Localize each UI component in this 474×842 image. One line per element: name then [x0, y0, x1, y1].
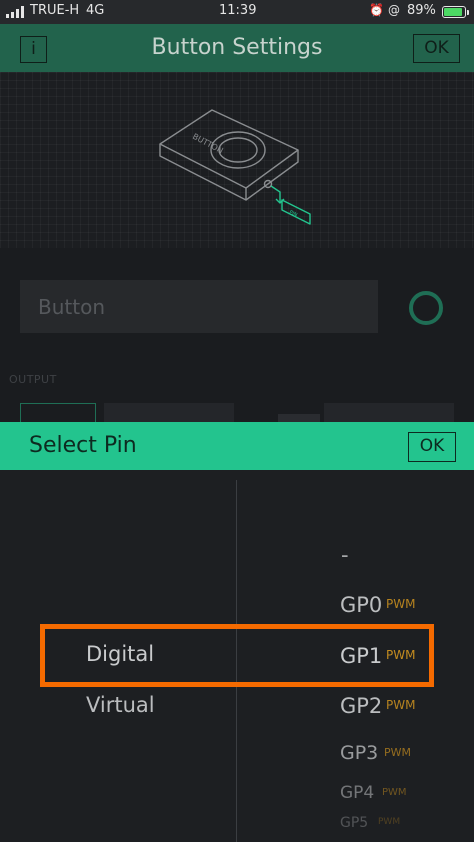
pwm-badge: PWM: [384, 746, 412, 759]
pin-type-option-virtual[interactable]: Virtual: [86, 693, 155, 717]
alarm-icon: ⏰: [369, 3, 384, 17]
pwm-badge: PWM: [382, 787, 407, 798]
pin-option-gp2[interactable]: GP2: [340, 694, 382, 718]
pwm-badge: PWM: [378, 817, 401, 827]
select-pin-ok-button[interactable]: OK: [408, 432, 456, 462]
select-pin-title: Select Pin: [29, 433, 137, 458]
widget-name-input[interactable]: Button: [20, 280, 378, 333]
button-device-illustration: BUTTON PIN: [159, 109, 311, 225]
carrier-name: TRUE-H: [30, 3, 80, 18]
selection-highlight: [40, 624, 434, 687]
pin-option-none[interactable]: -: [341, 543, 349, 567]
page-title: Button Settings: [151, 35, 323, 60]
signal-icon: [6, 6, 26, 18]
output-section-label: OUTPUT: [9, 373, 57, 386]
settings-panel: [0, 248, 474, 422]
pin-option-gp0[interactable]: GP0: [340, 593, 382, 617]
widget-preview-area: BUTTON PIN: [0, 72, 474, 248]
pwm-badge: PWM: [386, 597, 416, 611]
orientation-lock-icon: @: [388, 3, 400, 17]
network-type: 4G: [86, 3, 105, 18]
pin-option-gp5[interactable]: GP5: [340, 815, 368, 831]
pwm-badge: PWM: [386, 698, 416, 712]
clock: 11:39: [219, 3, 257, 18]
widget-name-value: Button: [38, 295, 105, 319]
app-header: i Button Settings OK: [0, 24, 474, 72]
pin-option-gp4[interactable]: GP4: [340, 783, 374, 803]
battery-percent: 89%: [407, 3, 436, 18]
pin-option-gp3[interactable]: GP3: [340, 742, 378, 764]
device-label: BUTTON: [191, 132, 225, 156]
select-pin-header: Select Pin OK: [0, 422, 474, 470]
battery-fill: [444, 8, 462, 16]
color-picker-icon[interactable]: [409, 291, 443, 325]
status-bar: TRUE-H 4G 11:39 ⏰ @ 89%: [0, 0, 474, 24]
header-ok-button[interactable]: OK: [413, 34, 460, 63]
battery-icon: [442, 6, 469, 18]
